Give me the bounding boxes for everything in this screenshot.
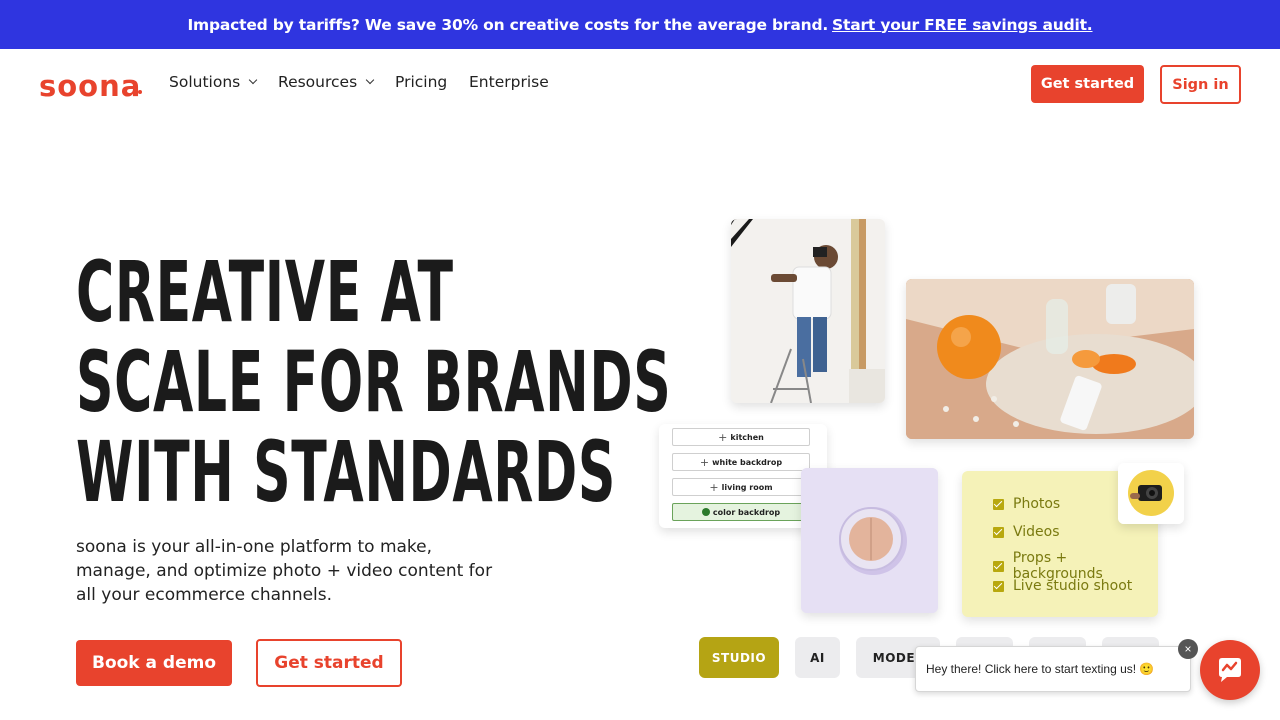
close-icon[interactable]: × [1178, 639, 1198, 659]
checkbox-checked-icon [993, 580, 1004, 592]
hero-title-line: CREATIVE AT [76, 243, 454, 341]
check-circle-icon [701, 508, 710, 516]
tag-label: kitchen [730, 432, 764, 442]
chevron-down-icon [248, 75, 258, 85]
pill-studio[interactable]: STUDIO [699, 637, 779, 678]
plus-icon: + [718, 430, 728, 444]
checklist-item: Photos [993, 496, 1060, 512]
nav-enterprise[interactable]: Enterprise [469, 73, 549, 91]
chat-prompt-bubble[interactable]: Hey there! Click here to start texting u… [915, 646, 1191, 692]
checklist-item: Live studio shoot [993, 578, 1132, 594]
nav-pricing-label: Pricing [395, 73, 448, 91]
tag-color-backdrop[interactable]: color backdrop [672, 503, 810, 521]
nav-pricing[interactable]: Pricing [395, 73, 447, 91]
chat-launcher-button[interactable] [1200, 640, 1260, 700]
nav-get-started-button[interactable]: Get started [1031, 65, 1144, 103]
chevron-down-icon [365, 75, 375, 85]
tag-label: white backdrop [712, 457, 783, 467]
checkbox-checked-icon [993, 498, 1004, 510]
soona-logo[interactable]: soona [39, 69, 141, 103]
plus-icon: + [709, 480, 719, 494]
checkbox-checked-icon [993, 560, 1004, 572]
chat-icon [1219, 658, 1241, 682]
tag-kitchen[interactable]: + kitchen [672, 428, 810, 446]
checklist-label: Videos [1013, 524, 1060, 540]
nav-enterprise-label: Enterprise [469, 73, 549, 91]
hero-title-line: WITH STANDARDS [76, 423, 617, 521]
tag-label: color backdrop [712, 507, 781, 517]
tag-white-backdrop[interactable]: + white backdrop [672, 453, 810, 471]
checkbox-checked-icon [993, 526, 1004, 538]
nav-solutions-label: Solutions [169, 73, 241, 91]
hero-get-started-button[interactable]: Get started [256, 639, 402, 687]
savings-audit-link[interactable]: Start your FREE savings audit. [832, 16, 1093, 34]
promo-banner-text: Impacted by tariffs? We save 30% on crea… [187, 15, 829, 34]
promo-banner: Impacted by tariffs? We save 30% on crea… [0, 0, 1280, 49]
book-demo-button[interactable]: Book a demo [76, 640, 232, 686]
nav-resources-label: Resources [278, 73, 358, 91]
photographer-photo [731, 219, 885, 403]
camera-avatar-card [1118, 463, 1184, 524]
checklist-label: Photos [1013, 496, 1061, 512]
logo-dot [138, 90, 142, 94]
plus-icon: + [699, 455, 710, 469]
checklist-item: Videos [993, 524, 1060, 540]
hero-title: CREATIVE AT SCALE FOR BRANDS WITH STANDA… [76, 243, 672, 521]
pill-ai[interactable]: AI [795, 637, 840, 678]
product-still-life-photo [906, 279, 1194, 439]
checklist-label: Live studio shoot [1013, 578, 1133, 594]
nav-resources[interactable]: Resources [278, 73, 375, 91]
top-nav: soona Solutions Resources Pricing Enterp… [0, 49, 1280, 119]
sign-in-button[interactable]: Sign in [1160, 65, 1241, 104]
compact-product-photo [801, 468, 938, 613]
hero-subtitle: soona is your all-in-one platform to mak… [76, 537, 493, 605]
nav-solutions[interactable]: Solutions [169, 73, 258, 91]
tag-label: living room [721, 482, 773, 492]
tag-living-room[interactable]: + living room [672, 478, 810, 496]
hero-title-line: SCALE FOR BRANDS [76, 333, 672, 431]
